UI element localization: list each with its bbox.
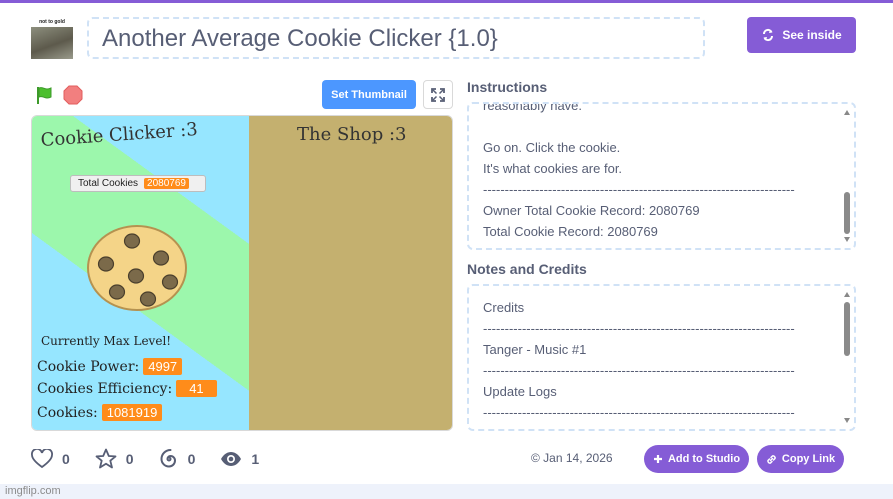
instructions-scrollbar-thumb[interactable] bbox=[844, 192, 850, 234]
share-date: © Jan 14, 2026 bbox=[531, 451, 613, 465]
text-line: It's what cookies are for. bbox=[483, 161, 623, 176]
text-line: ----------------------------------------… bbox=[483, 182, 795, 197]
see-inside-button[interactable]: See inside bbox=[747, 17, 856, 53]
notes-scrollbar-thumb[interactable] bbox=[844, 302, 850, 356]
text-line: Total Cookie Record: 2080769 bbox=[483, 224, 658, 239]
scroll-up-arrow[interactable] bbox=[844, 292, 850, 297]
top-accent-bar bbox=[0, 0, 893, 3]
cookies-stat: Cookies: 1081919 bbox=[37, 404, 163, 421]
cookie-power-label: Cookie Power: bbox=[37, 358, 140, 375]
green-flag-icon[interactable] bbox=[34, 85, 54, 105]
instructions-text: reasonably have. Go on. Click the cookie.… bbox=[483, 102, 824, 242]
views-stat: 1 bbox=[220, 451, 259, 467]
total-cookies-value: 2080769 bbox=[144, 178, 189, 189]
stop-icon[interactable] bbox=[63, 85, 83, 105]
copy-link-button[interactable]: Copy Link bbox=[757, 445, 844, 473]
favorite-count: 0 bbox=[125, 451, 134, 467]
total-cookies-label: Total Cookies bbox=[78, 178, 139, 189]
cookies-efficiency-value: 41 bbox=[176, 380, 217, 397]
shop-title: The Shop :3 bbox=[297, 124, 407, 145]
favorite-stat[interactable]: 0 bbox=[95, 448, 134, 470]
copy-link-label: Copy Link bbox=[781, 453, 836, 465]
eye-icon bbox=[221, 452, 242, 466]
scroll-up-arrow[interactable] bbox=[844, 110, 850, 115]
project-stats: 0 0 0 1 bbox=[31, 447, 284, 471]
instructions-heading: Instructions bbox=[467, 79, 548, 95]
imgflip-watermark: imgflip.com bbox=[5, 485, 61, 497]
remix-stat: 0 bbox=[159, 449, 196, 469]
cookies-efficiency-stat: Cookies Efficiency: 41 bbox=[37, 380, 217, 397]
fullscreen-icon bbox=[431, 87, 445, 102]
notes-heading: Notes and Credits bbox=[467, 261, 587, 277]
love-stat[interactable]: 0 bbox=[31, 449, 70, 469]
total-cookies-monitor: Total Cookies 2080769 bbox=[70, 175, 206, 192]
project-title-input[interactable]: Another Average Cookie Clicker {1.0} bbox=[87, 17, 705, 59]
remix-count: 0 bbox=[187, 451, 196, 467]
text-line: Owner Total Cookie Record: 2080769 bbox=[483, 203, 700, 218]
scroll-down-arrow[interactable] bbox=[844, 237, 850, 242]
text-line: Tanger - Music #1 bbox=[483, 342, 587, 357]
notes-text: Credits ---------------------------------… bbox=[483, 297, 824, 429]
set-thumbnail-button[interactable]: Set Thumbnail bbox=[322, 80, 416, 109]
remix-icon bbox=[160, 449, 176, 468]
see-inside-icon bbox=[763, 28, 774, 42]
heart-icon[interactable] bbox=[31, 449, 53, 469]
text-line: ----------------------------------------… bbox=[483, 321, 795, 336]
cookie-power-stat: Cookie Power: 4997 bbox=[37, 358, 183, 375]
thumbnail-caption: not to gold bbox=[31, 17, 73, 27]
max-level-text: Currently Max Level! bbox=[41, 334, 172, 348]
scroll-down-arrow[interactable] bbox=[844, 418, 850, 423]
cookie-sprite[interactable] bbox=[86, 224, 188, 312]
text-line: Credits bbox=[483, 300, 525, 315]
cookie-power-value: 4997 bbox=[143, 358, 183, 375]
project-thumbnail: not to gold bbox=[31, 17, 73, 59]
link-icon bbox=[767, 454, 776, 464]
views-count: 1 bbox=[251, 451, 260, 467]
love-count: 0 bbox=[62, 451, 70, 467]
cookies-label: Cookies: bbox=[37, 404, 98, 421]
notes-textarea[interactable]: Credits ---------------------------------… bbox=[467, 284, 856, 431]
thumbnail-image bbox=[31, 27, 73, 59]
instructions-textarea[interactable]: reasonably have. Go on. Click the cookie.… bbox=[467, 102, 856, 250]
plus-icon bbox=[653, 455, 662, 463]
footer-bar bbox=[0, 484, 893, 499]
cookies-efficiency-label: Cookies Efficiency: bbox=[37, 380, 173, 397]
text-line: Update Logs bbox=[483, 384, 557, 399]
text-line bbox=[483, 116, 824, 137]
see-inside-label: See inside bbox=[782, 28, 842, 42]
text-line: reasonably have. bbox=[483, 102, 583, 113]
text-line: ----------------------------------------… bbox=[483, 363, 795, 378]
text-line: ----------------------------------------… bbox=[483, 405, 795, 420]
fullscreen-button[interactable] bbox=[423, 80, 453, 109]
text-line: Go on. Click the cookie. bbox=[483, 140, 621, 155]
project-stage[interactable]: Cookie Clicker :3 The Shop :3 Total Cook… bbox=[31, 115, 453, 431]
text-line: January 2026 bbox=[483, 423, 824, 429]
shop-panel bbox=[249, 116, 452, 430]
star-icon[interactable] bbox=[95, 448, 117, 470]
cookies-value: 1081919 bbox=[101, 404, 163, 421]
add-to-studio-button[interactable]: Add to Studio bbox=[644, 445, 749, 473]
add-to-studio-label: Add to Studio bbox=[667, 453, 741, 465]
